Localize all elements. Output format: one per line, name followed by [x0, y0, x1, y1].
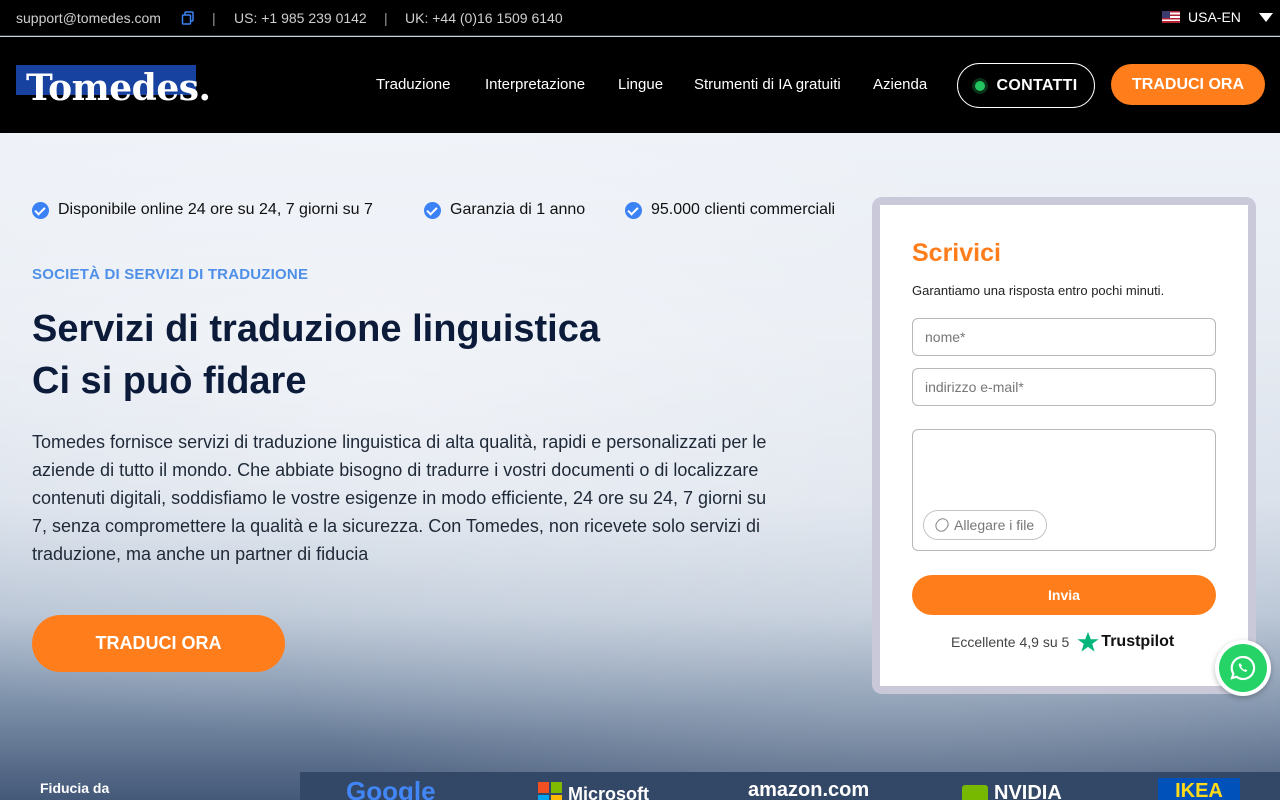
separator: |	[384, 10, 388, 26]
microsoft-squares-icon	[538, 782, 562, 800]
submit-button[interactable]: Invia	[912, 575, 1216, 615]
brand-logo-amazon: amazon.com	[748, 779, 870, 800]
check-circle-icon	[32, 201, 49, 219]
whatsapp-button[interactable]	[1215, 640, 1271, 696]
tomedes-logo[interactable]: Tomedes.	[16, 65, 216, 109]
feature-availability: Disponibile online 24 ore su 24, 7 giorn…	[32, 201, 373, 219]
brand-logo-google: Google	[346, 776, 436, 800]
locale-label: USA-EN	[1188, 9, 1241, 25]
whatsapp-icon	[1219, 644, 1267, 692]
hero-description: Tomedes fornisce servizi di traduzione l…	[32, 432, 767, 564]
form-title: Scrivici	[912, 239, 1001, 267]
trustpilot-star-icon	[1077, 631, 1099, 652]
feature-label: Disponibile online 24 ore su 24, 7 giorn…	[58, 201, 373, 218]
nav-item-lingue[interactable]: Lingue	[618, 76, 663, 93]
trustpilot-logo: Trustpilot	[1077, 631, 1174, 653]
attach-label: Allegare i file	[954, 517, 1035, 533]
traduci-ora-hero-button[interactable]: TRADUCI ORA	[32, 615, 285, 672]
uk-phone-link[interactable]: UK: +44 (0)16 1509 6140	[405, 10, 563, 26]
support-email-link[interactable]: support@tomedes.com	[16, 10, 161, 26]
logo-text: Tomedes.	[26, 67, 211, 109]
message-textarea[interactable]: Allegare i file	[912, 429, 1216, 551]
trusted-by-label: Fiducia da	[40, 780, 110, 796]
nav-item-azienda[interactable]: Azienda	[873, 76, 927, 93]
locale-selector[interactable]: USA-EN	[1162, 9, 1273, 25]
brand-logo-microsoft: Microsoft	[538, 782, 649, 800]
feature-label: 95.000 clienti commerciali	[651, 201, 836, 218]
microsoft-label: Microsoft	[568, 783, 649, 800]
nav-item-interpretazione[interactable]: Interpretazione	[485, 76, 585, 93]
email-input[interactable]	[912, 368, 1216, 406]
us-flag-icon	[1162, 11, 1180, 23]
contact-form-card: Scrivici Garantiamo una risposta entro p…	[872, 197, 1256, 694]
nvidia-eye-icon	[962, 784, 988, 800]
us-phone-link[interactable]: US: +1 985 239 0142	[234, 10, 367, 26]
separator: |	[212, 10, 216, 26]
main-nav: Tomedes. Traduzione Interpretazione Ling…	[0, 37, 1280, 133]
trustpilot-rating[interactable]: Eccellente 4,9 su 5 Trustpilot	[951, 631, 1174, 653]
nav-item-strumenti-ia[interactable]: Strumenti di IA gratuiti	[694, 76, 841, 93]
chevron-down-icon	[1258, 12, 1273, 22]
feature-guarantee: Garanzia di 1 anno	[424, 201, 585, 219]
nvidia-label: NVIDIA	[994, 782, 1062, 800]
hero-eyebrow: SOCIETÀ DI SERVIZI DI TRADUZIONE	[32, 266, 309, 283]
top-bar: support@tomedes.com | US: +1 985 239 014…	[0, 0, 1280, 36]
copy-icon[interactable]	[181, 11, 195, 25]
contatti-button[interactable]: CONTATTI	[957, 63, 1095, 108]
contatti-label: CONTATTI	[996, 76, 1078, 94]
check-circle-icon	[625, 201, 642, 219]
feature-clients: 95.000 clienti commerciali	[625, 201, 835, 219]
trustpilot-brand: Trustpilot	[1101, 633, 1175, 650]
nav-item-traduzione[interactable]: Traduzione	[376, 76, 451, 93]
check-circle-icon	[424, 201, 441, 219]
brand-logo-nvidia: NVIDIA	[962, 782, 1062, 800]
attach-files-button[interactable]: Allegare i file	[923, 510, 1048, 540]
brand-logo-ikea: IKEA	[1158, 778, 1240, 800]
name-input[interactable]	[912, 318, 1216, 356]
traduci-ora-nav-button[interactable]: TRADUCI ORA	[1111, 64, 1265, 105]
form-subtitle: Garantiamo una risposta entro pochi minu…	[912, 283, 1165, 298]
headline-line-1: Servizi di traduzione linguistica	[32, 308, 600, 350]
paperclip-icon	[932, 515, 952, 535]
feature-label: Garanzia di 1 anno	[450, 201, 586, 218]
rating-text: Eccellente 4,9 su 5	[951, 634, 1070, 650]
headline-line-2: Ci si può fidare	[32, 360, 307, 402]
hero-section: Disponibile online 24 ore su 24, 7 giorn…	[0, 133, 1280, 800]
contact-form: Scrivici Garantiamo una risposta entro p…	[880, 205, 1248, 686]
online-status-dot	[974, 80, 985, 91]
page-title: Servizi di traduzione linguistica Ci si …	[32, 303, 600, 407]
